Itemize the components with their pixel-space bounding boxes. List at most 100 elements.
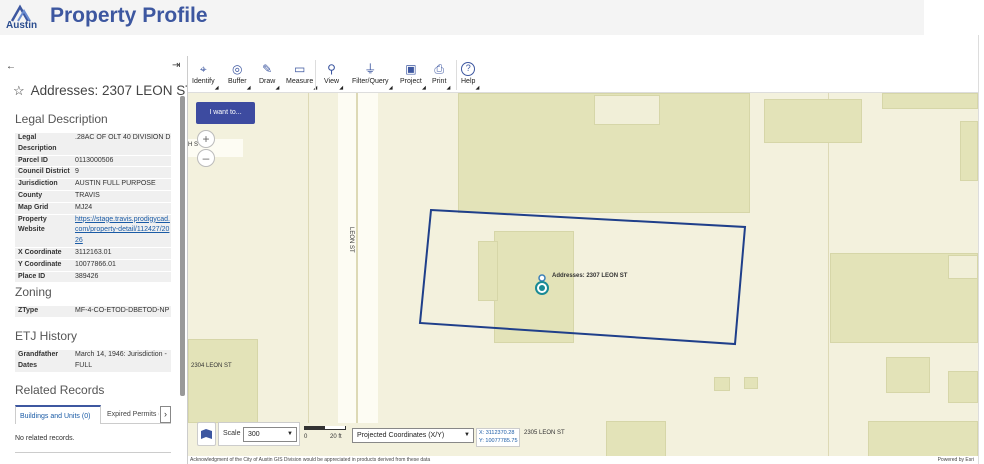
scalebar-twenty: 20 ft [330, 434, 342, 440]
collapse-panel-icon[interactable]: ⇥ [172, 60, 180, 71]
x-readout: X: 3112370.28 [479, 430, 515, 436]
table-row: Place ID 389426 [15, 271, 171, 284]
table-row: Map Grid MJ24 [15, 202, 171, 215]
tool-label: Help [461, 78, 476, 85]
table-row: Grandfather Dates March 14, 1946: Jurisdi… [15, 350, 171, 373]
coordinate-system-select[interactable]: Projected Coordinates (X/Y) ▼ [352, 428, 474, 443]
tool-identify[interactable]: ⌖ Identify ◢ [192, 62, 219, 91]
address-label-2305: 2305 LEON ST [524, 430, 565, 436]
tool-label: Filter/Query [352, 78, 389, 85]
scalebar-zero: 0 [304, 434, 308, 440]
panel-scrollbar[interactable] [180, 96, 185, 396]
table-row: Property Website https://stage.travis.pro… [15, 214, 171, 248]
row-value: 10077866.01 [75, 260, 116, 268]
row-key: X Coordinate [18, 248, 62, 256]
scale-value: 300 [248, 431, 260, 438]
tool-label: Draw [259, 78, 276, 85]
chevron-down-icon: ▼ [464, 432, 470, 438]
print-icon: ⎙ [434, 62, 444, 76]
etj-table: Grandfather Dates March 14, 1946: Jurisdi… [15, 350, 171, 373]
toolbar-separator [456, 60, 457, 90]
page-title: Property Profile [50, 4, 208, 27]
caret-icon: ◢ [275, 85, 280, 91]
row-key: Y Coordinate [18, 260, 62, 268]
i-want-to-button[interactable]: I want to... [196, 102, 255, 124]
tool-filter-query[interactable]: ⏚ Filter/Query ◢ [352, 62, 393, 91]
y-readout: Y: 10077785.75 [479, 438, 518, 444]
tool-label: View [324, 78, 340, 85]
back-arrow-icon[interactable]: ← [6, 61, 16, 72]
etj-heading: ETJ History [15, 329, 78, 343]
logo-text: Austin [6, 20, 38, 31]
right-edge [978, 35, 984, 464]
address-title: ☆ Addresses: 2307 LEON ST [13, 83, 188, 99]
map-credits: Acknowledgment of the City of Austin GIS… [188, 456, 978, 464]
coord-system-value: Projected Coordinates (X/Y) [357, 432, 445, 439]
coordinate-readout: X: 3112370.28 Y: 10077785.75 [476, 428, 520, 447]
address-title-text: Addresses: 2307 LEON ST [30, 83, 188, 98]
filter-icon: ⏚ [364, 62, 377, 76]
chevron-down-icon: ▼ [287, 431, 293, 437]
row-value: March 14, 1946: Jurisdiction - FULL [75, 351, 167, 369]
row-value: 9 [75, 168, 79, 176]
location-marker-icon[interactable] [534, 274, 550, 296]
scale-control: Scale 300 ▼ [218, 422, 300, 446]
powered-by-esri[interactable]: Powered by Esri [938, 456, 974, 464]
tool-print[interactable]: ⎙ Print ◢ [432, 62, 450, 91]
no-records-text: No related records. [15, 435, 75, 442]
tool-label: Identify [192, 78, 215, 85]
property-website-link[interactable]: https://stage.travis.prodigycad.com/prop… [75, 215, 171, 247]
scale-select[interactable]: 300 ▼ [243, 427, 297, 442]
related-tabs: Buildings and Units (0) Expired Permits … [15, 405, 171, 424]
tool-label: Measure [286, 78, 314, 85]
row-value: MJ24 [75, 203, 93, 211]
star-icon[interactable]: ☆ [13, 83, 25, 98]
table-row: ZType MF-4-CO-ETOD-DBETOD-NP [15, 306, 171, 318]
tool-draw[interactable]: ✎ Draw ◢ [259, 62, 279, 91]
caret-icon: ◢ [388, 85, 393, 91]
map-view[interactable]: Addresses: 2307 LEON ST LEON ST H S 2304… [188, 93, 978, 459]
zoom-out-button[interactable]: – [197, 149, 215, 167]
tool-label: Print [432, 78, 447, 85]
scalebar [304, 426, 346, 430]
zoom-in-button[interactable]: + [197, 130, 215, 148]
row-key: Place ID [18, 272, 46, 280]
street-label-h: H S [188, 142, 199, 148]
tool-project[interactable]: ▣ Project ◢ [400, 62, 426, 91]
tab-buildings-units[interactable]: Buildings and Units (0) [15, 405, 101, 424]
related-heading: Related Records [15, 383, 105, 397]
caret-icon: ◢ [475, 85, 480, 91]
marker-label: Addresses: 2307 LEON ST [552, 273, 628, 279]
table-row: Council District 9 [15, 167, 171, 180]
table-row: Legal Description .28AC OF OLT 40 DIVISIO… [15, 133, 171, 156]
row-value: 3112163.01 [75, 248, 112, 256]
address-label-2304: 2304 LEON ST [191, 363, 232, 369]
view-icon: ⚲ [327, 62, 336, 76]
caret-icon: ◢ [339, 85, 344, 91]
pencil-icon: ✎ [262, 62, 273, 76]
tool-view[interactable]: ⚲ View ◢ [324, 62, 343, 91]
caret-icon: ◢ [421, 85, 426, 91]
tool-help[interactable]: ? Help ◢ [461, 62, 479, 91]
row-value: AUSTIN FULL PURPOSE [75, 180, 156, 188]
tool-measure[interactable]: ▭Measure◢ [286, 62, 317, 91]
panel-divider [15, 452, 171, 453]
zoning-table: ZType MF-4-CO-ETOD-DBETOD-NP [15, 306, 171, 318]
caret-icon: ◢ [446, 85, 451, 91]
tab-next-icon[interactable]: › [160, 406, 171, 423]
tool-buffer[interactable]: ◎ Buffer ◢ [228, 62, 251, 91]
tab-expired-permits[interactable]: Expired Permits ( [103, 405, 159, 424]
legal-heading: Legal Description [15, 112, 108, 126]
legal-table: Legal Description .28AC OF OLT 40 DIVISIO… [15, 133, 171, 284]
row-key: Parcel ID [18, 156, 48, 164]
tool-label: Project [400, 78, 422, 85]
property-panel: ← ⇥ ☆ Addresses: 2307 LEON ST Legal Descr… [0, 56, 188, 464]
toolbar-separator [315, 60, 316, 90]
row-value: TRAVIS [75, 191, 100, 199]
caret-icon: ◢ [246, 85, 251, 91]
row-value: .28AC OF OLT 40 DIVISION D [75, 134, 171, 141]
basemap-toggle[interactable] [197, 422, 216, 446]
scale-label: Scale [223, 430, 241, 437]
table-row: Jurisdiction AUSTIN FULL PURPOSE [15, 179, 171, 191]
ruler-icon: ▭ [293, 62, 306, 76]
